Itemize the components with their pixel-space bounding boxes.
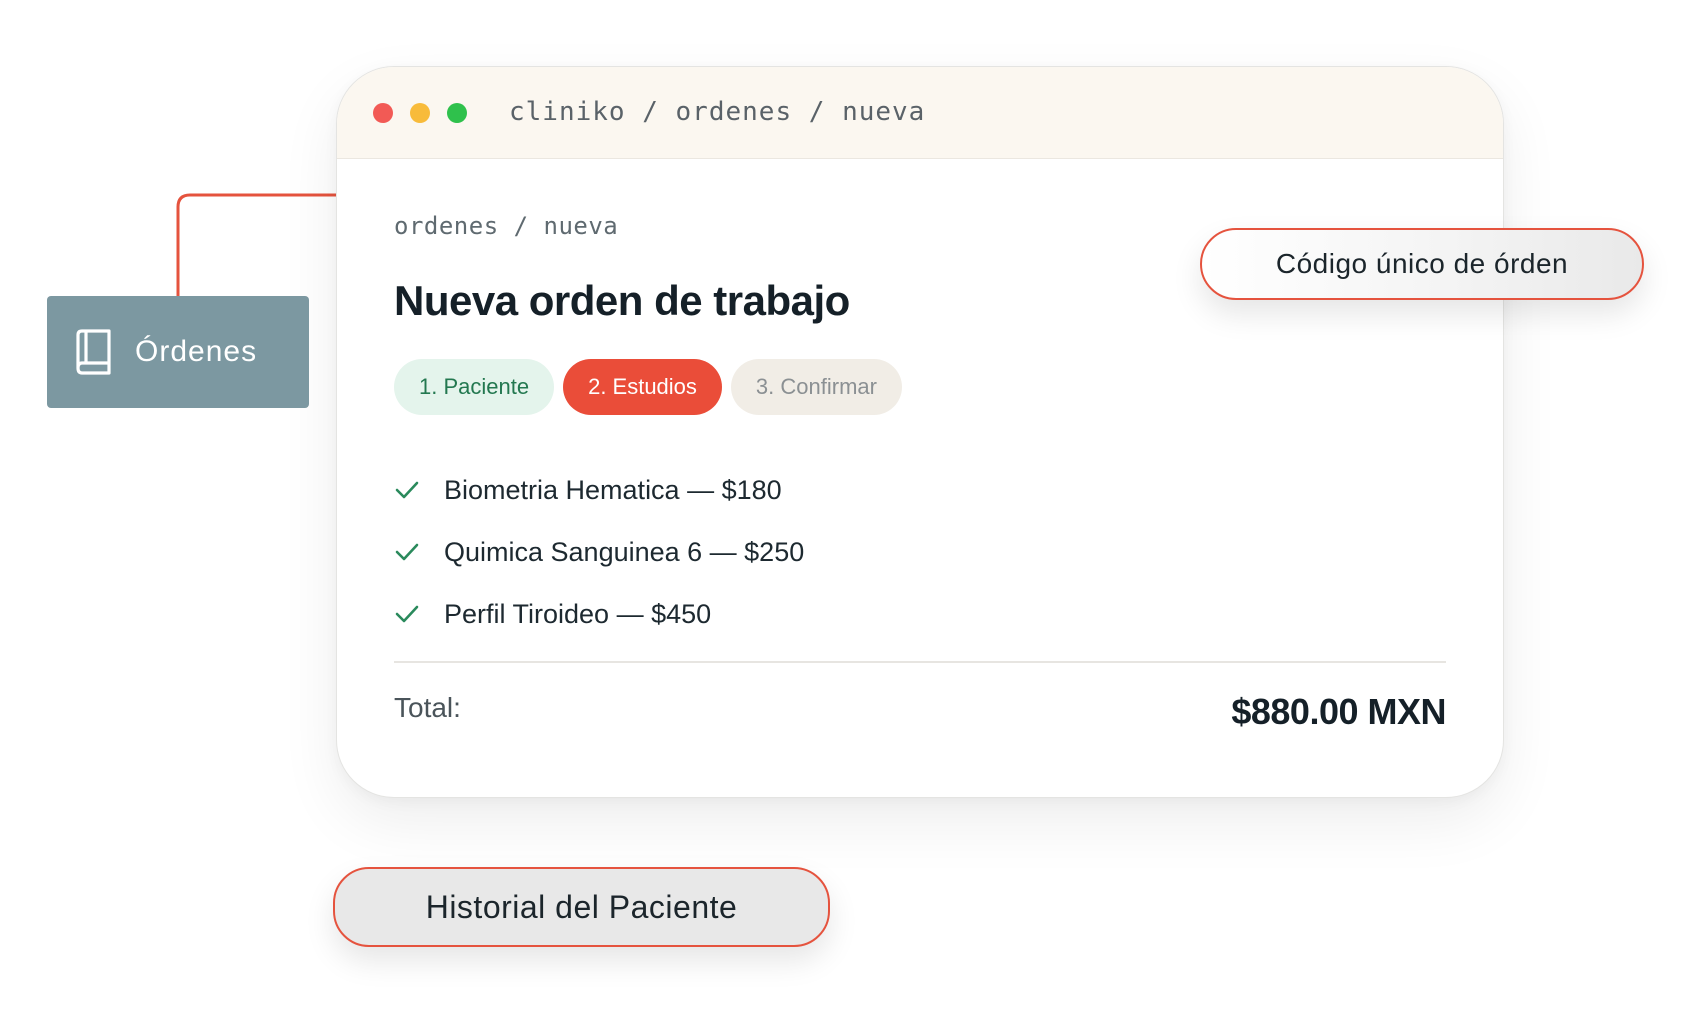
window-titlebar: cliniko / ordenes / nueva (337, 67, 1503, 159)
stepper: 1. Paciente 2. Estudios 3. Confirmar (394, 359, 902, 415)
historial-callout[interactable]: Historial del Paciente (333, 867, 830, 947)
page-title: Nueva orden de trabajo (394, 277, 850, 324)
study-label: Perfil Tiroideo — $450 (444, 598, 712, 629)
check-icon (395, 481, 419, 499)
ordenes-label: Órdenes (135, 335, 258, 368)
list-item: Perfil Tiroideo — $450 (394, 583, 804, 645)
list-item: Biometria Hematica — $180 (394, 459, 804, 521)
app-window: cliniko / ordenes / nueva ordenes / nuev… (336, 66, 1504, 798)
maximize-dot[interactable] (447, 103, 467, 123)
check-icon (395, 543, 419, 561)
minimize-dot[interactable] (410, 103, 430, 123)
check-icon (395, 605, 419, 623)
step-paciente[interactable]: 1. Paciente (394, 359, 555, 415)
study-label: Biometria Hematica — $180 (444, 474, 782, 505)
ordenes-nav-card[interactable]: Órdenes (47, 296, 309, 408)
step-confirmar[interactable]: 3. Confirmar (730, 359, 902, 415)
book-icon (76, 329, 111, 375)
total-value: $880.00 MXN (1231, 691, 1446, 732)
studies-list: Biometria Hematica — $180 Quimica Sangui… (394, 459, 804, 645)
url-path: cliniko / ordenes / nueva (509, 97, 926, 127)
divider (394, 661, 1446, 663)
close-dot[interactable] (373, 103, 393, 123)
codigo-callout: Código único de órden (1200, 228, 1644, 300)
study-label: Quimica Sanguinea 6 — $250 (444, 536, 805, 567)
breadcrumb: ordenes / nueva (394, 212, 619, 240)
step-estudios[interactable]: 2. Estudios (563, 359, 722, 415)
list-item: Quimica Sanguinea 6 — $250 (394, 521, 804, 583)
total-label: Total: (394, 692, 461, 723)
